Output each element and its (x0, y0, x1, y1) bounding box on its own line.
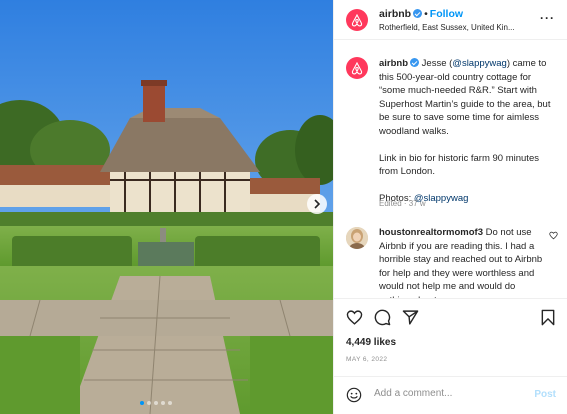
caption-text: Jesse ( (421, 58, 453, 69)
avatar[interactable] (346, 227, 368, 249)
carousel-dot (168, 401, 172, 405)
post-actions (334, 303, 567, 333)
avatar[interactable] (346, 9, 368, 31)
heart-icon[interactable] (549, 231, 558, 240)
next-slide-button[interactable] (307, 194, 327, 214)
airbnb-logo-icon (351, 13, 363, 26)
comment-username[interactable]: houstonrealtormomof3 (379, 227, 483, 238)
carousel-dot (147, 401, 151, 405)
comment: houstonrealtormomof3 Do not use Airbnb i… (379, 226, 547, 298)
post-date[interactable]: MAY 6, 2022 (346, 356, 387, 363)
location-link[interactable]: Rotherfield, East Sussex, United Kin... (379, 23, 529, 32)
carousel-dot (154, 401, 158, 405)
header-username[interactable]: airbnb (379, 8, 411, 20)
comment-icon[interactable] (374, 309, 391, 326)
likes-count[interactable]: 4,449 likes (346, 337, 396, 348)
edited-timestamp: Edited · 37 w (379, 199, 426, 208)
save-icon[interactable] (540, 309, 556, 326)
next-slide-icon (314, 199, 321, 209)
post-side-panel: airbnb • Follow Rotherfield, East Sussex, … (333, 0, 567, 414)
post-comment-button[interactable]: Post (534, 389, 556, 400)
caption-text: ) came to this 500-year-old country cott… (379, 58, 551, 137)
caption-paragraph: Link in bio for historic farm 90 minutes… (379, 152, 539, 178)
caption-username[interactable]: airbnb (379, 58, 408, 69)
avatar[interactable] (346, 57, 368, 79)
header-username-row: airbnb • Follow (379, 8, 463, 20)
verified-badge-icon (410, 58, 420, 67)
cottage-garden-image (0, 0, 333, 414)
add-comment-bar: Post (334, 376, 567, 414)
separator: • (424, 8, 428, 20)
verified-badge-icon (413, 9, 423, 18)
user-photo (346, 227, 368, 249)
airbnb-logo-icon (351, 61, 363, 74)
caption-paragraph: airbnb Jesse (@slappywag) came to this 5… (379, 57, 559, 138)
carousel-dot (161, 401, 165, 405)
follow-button[interactable]: Follow (430, 8, 463, 20)
mention-link[interactable]: @slappywag (452, 58, 507, 69)
post-caption: airbnb Jesse (@slappywag) came to this 5… (379, 57, 559, 219)
heart-icon[interactable] (346, 309, 363, 326)
post-header: airbnb • Follow Rotherfield, East Sussex, … (334, 0, 567, 40)
more-options-icon[interactable]: ··· (540, 11, 555, 25)
carousel-dot (140, 401, 144, 405)
share-icon[interactable] (402, 309, 419, 326)
carousel-dots (140, 401, 172, 405)
emoji-icon[interactable] (346, 387, 362, 403)
comments-section[interactable]: airbnb Jesse (@slappywag) came to this 5… (334, 41, 567, 299)
comment-input[interactable] (374, 388, 524, 399)
post-photo[interactable] (0, 0, 333, 414)
